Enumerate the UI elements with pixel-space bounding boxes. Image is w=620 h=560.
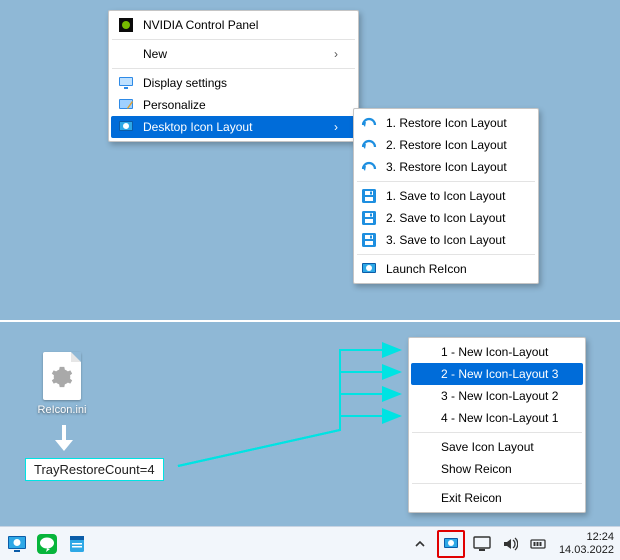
clock-date: 14.03.2022 (559, 544, 614, 557)
blank-icon (415, 387, 433, 405)
tray-reicon-icon[interactable] (437, 530, 465, 558)
taskbar: 12:24 14.03.2022 (0, 526, 620, 560)
blank-icon (415, 365, 433, 383)
tray-layout-2[interactable]: 2 - New Icon-Layout 3 (411, 363, 583, 385)
taskbar-right: 12:24 14.03.2022 (409, 530, 614, 558)
blank-icon (415, 489, 433, 507)
tray-layout-4[interactable]: 4 - New Icon-Layout 1 (411, 407, 583, 429)
blank-icon (415, 460, 433, 478)
menu-item-label: Exit Reicon (441, 491, 565, 505)
taskbar-app-line[interactable] (36, 533, 58, 555)
tray-monitor-icon[interactable] (471, 533, 493, 555)
taskbar-app-reicon[interactable] (6, 533, 28, 555)
taskbar-app-notepad[interactable] (66, 533, 88, 555)
tray-show-reicon[interactable]: Show Reicon (411, 458, 583, 480)
menu-item-label: Show Reicon (441, 462, 565, 476)
blank-icon (415, 343, 433, 361)
menu-item-label: 4 - New Icon-Layout 1 (441, 411, 565, 425)
menu-item-label: Save Icon Layout (441, 440, 565, 454)
tray-layout-3[interactable]: 3 - New Icon-Layout 2 (411, 385, 583, 407)
tray-layout-1[interactable]: 1 - New Icon-Layout (411, 341, 583, 363)
tray-save-layout[interactable]: Save Icon Layout (411, 436, 583, 458)
menu-item-label: 3 - New Icon-Layout 2 (441, 389, 565, 403)
tray-overflow-chevron-icon[interactable] (409, 533, 431, 555)
taskbar-left (6, 533, 88, 555)
tray-language-icon[interactable] (527, 533, 549, 555)
menu-item-label: 1 - New Icon-Layout (441, 345, 565, 359)
tray-volume-icon[interactable] (499, 533, 521, 555)
clock-time: 12:24 (559, 531, 614, 544)
menu-item-label: 2 - New Icon-Layout 3 (441, 367, 565, 381)
blank-icon (415, 438, 433, 456)
tray-context-menu: 1 - New Icon-Layout 2 - New Icon-Layout … (408, 337, 586, 513)
tray-exit-reicon[interactable]: Exit Reicon (411, 487, 583, 509)
taskbar-clock[interactable]: 12:24 14.03.2022 (559, 531, 614, 557)
blank-icon (415, 409, 433, 427)
